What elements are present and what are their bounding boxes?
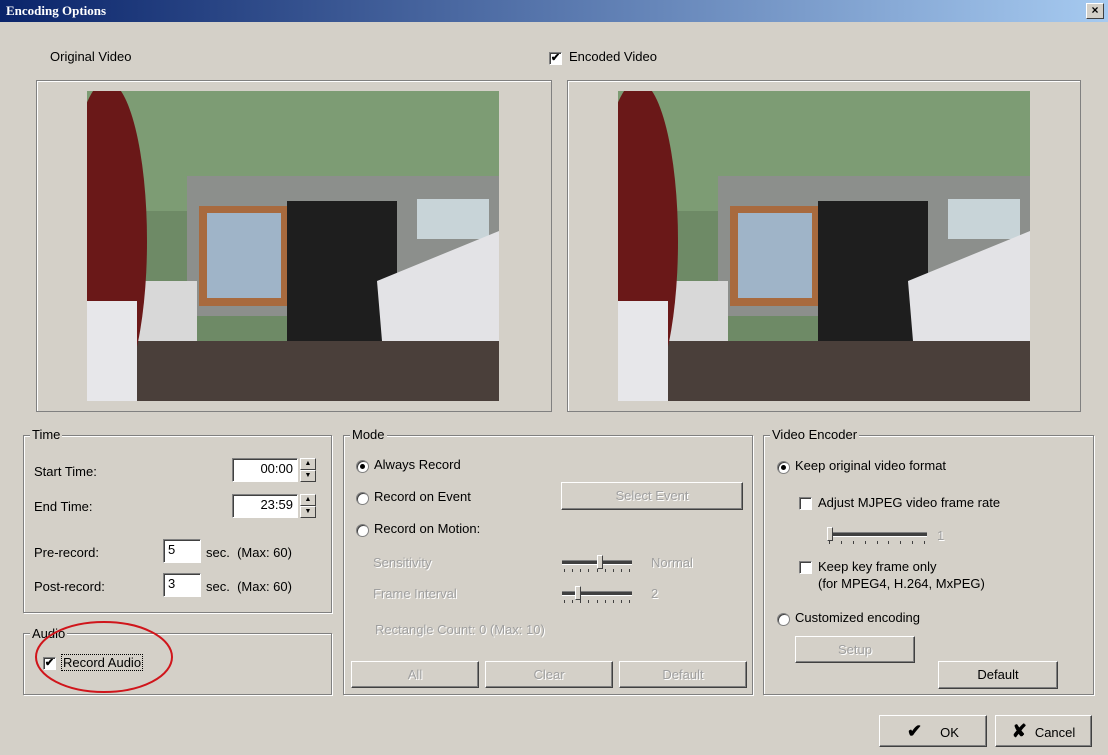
title-bar bbox=[0, 0, 1108, 22]
frame-interval-value: 2 bbox=[651, 586, 659, 601]
slider-thumb[interactable] bbox=[575, 586, 581, 600]
slider-tick bbox=[580, 600, 581, 603]
mode-default-button[interactable]: Default bbox=[619, 661, 747, 688]
encoded-video-label: Encoded Video bbox=[569, 49, 657, 64]
ok-label: OK bbox=[940, 725, 959, 740]
end-time-spinner[interactable]: ▲ ▼ bbox=[300, 494, 316, 518]
checkmark-icon: ✔ bbox=[907, 721, 923, 741]
slider-tick bbox=[853, 541, 854, 544]
slider-thumb[interactable] bbox=[597, 555, 603, 569]
window-title: Encoding Options bbox=[6, 3, 107, 18]
record-on-event-radio[interactable] bbox=[356, 492, 369, 505]
original-video-label: Original Video bbox=[50, 49, 132, 64]
encoded-video-frame bbox=[567, 80, 1081, 412]
cancel-button[interactable]: ✘ Cancel bbox=[995, 715, 1092, 747]
record-on-event-label: Record on Event bbox=[374, 489, 471, 504]
slider-tick bbox=[888, 541, 889, 544]
cancel-label: Cancel bbox=[1034, 725, 1076, 740]
slider-tick bbox=[597, 569, 598, 572]
mode-legend: Mode bbox=[350, 427, 387, 442]
ok-button[interactable]: ✔ OK bbox=[879, 715, 987, 747]
slider-tick bbox=[865, 541, 866, 544]
slider-tick bbox=[580, 569, 581, 572]
key-frame-note: (for MPEG4, H.264, MxPEG) bbox=[818, 576, 985, 591]
slider-tick bbox=[588, 600, 589, 603]
customized-encoding-radio[interactable] bbox=[777, 613, 790, 626]
slider-tick bbox=[900, 541, 901, 544]
keep-original-label: Keep original video format bbox=[795, 458, 947, 473]
customized-encoding-label: Customized encoding bbox=[795, 610, 921, 625]
slider-tick bbox=[841, 541, 842, 544]
slider-tick bbox=[572, 600, 573, 603]
record-on-motion-radio[interactable] bbox=[356, 524, 369, 537]
sensitivity-label: Sensitivity bbox=[373, 555, 432, 570]
rectangle-count-label: Rectangle Count: 0 (Max: 10) bbox=[375, 622, 545, 637]
slider-tick bbox=[629, 600, 630, 603]
encoded-video-image bbox=[618, 91, 1030, 401]
frame-interval-slider[interactable] bbox=[562, 586, 632, 603]
end-time-field[interactable]: 23:59 bbox=[232, 494, 298, 518]
spin-down-icon[interactable]: ▼ bbox=[300, 506, 316, 518]
pre-record-unit: sec. (Max: 60) bbox=[206, 545, 292, 560]
always-record-label: Always Record bbox=[374, 457, 461, 472]
post-record-label: Post-record: bbox=[34, 579, 105, 594]
slider-tick bbox=[621, 569, 622, 572]
keep-original-radio[interactable] bbox=[777, 461, 790, 474]
spin-down-icon[interactable]: ▼ bbox=[300, 470, 316, 482]
slider-tick bbox=[877, 541, 878, 544]
slider-tick bbox=[924, 541, 925, 544]
key-frame-checkbox[interactable] bbox=[799, 561, 812, 574]
time-legend: Time bbox=[30, 427, 63, 442]
setup-button[interactable]: Setup bbox=[795, 636, 915, 663]
sensitivity-value: Normal bbox=[651, 555, 693, 570]
slider-tick bbox=[597, 600, 598, 603]
slider-thumb[interactable] bbox=[827, 527, 833, 541]
key-frame-label: Keep key frame only bbox=[818, 559, 937, 574]
slider-tick bbox=[588, 569, 589, 572]
frame-interval-label: Frame Interval bbox=[373, 586, 457, 601]
x-icon: ✘ bbox=[1011, 721, 1027, 741]
video-encoder-legend: Video Encoder bbox=[770, 427, 860, 442]
slider-tick bbox=[605, 569, 606, 572]
clear-button[interactable]: Clear bbox=[485, 661, 613, 688]
pre-record-label: Pre-record: bbox=[34, 545, 100, 560]
slider-tick bbox=[621, 600, 622, 603]
post-record-field[interactable]: 3 bbox=[163, 573, 201, 597]
slider-tick bbox=[605, 600, 606, 603]
adjust-mjpeg-label: Adjust MJPEG video frame rate bbox=[818, 495, 1001, 510]
slider-tick bbox=[613, 569, 614, 572]
adjust-mjpeg-checkbox[interactable] bbox=[799, 497, 812, 510]
original-video-image bbox=[87, 91, 499, 401]
sensitivity-slider[interactable] bbox=[562, 555, 632, 572]
select-event-button[interactable]: Select Event bbox=[561, 482, 743, 510]
slider-tick bbox=[572, 569, 573, 572]
slider-tick bbox=[613, 600, 614, 603]
spin-up-icon[interactable]: ▲ bbox=[300, 458, 316, 470]
always-record-radio[interactable] bbox=[356, 460, 369, 473]
encoded-video-checkbox[interactable]: ✔ bbox=[549, 52, 562, 65]
slider-tick bbox=[912, 541, 913, 544]
start-time-spinner[interactable]: ▲ ▼ bbox=[300, 458, 316, 482]
all-button[interactable]: All bbox=[351, 661, 479, 688]
slider-tick bbox=[629, 569, 630, 572]
frame-rate-slider[interactable] bbox=[827, 527, 927, 544]
pre-record-field[interactable]: 5 bbox=[163, 539, 201, 563]
start-time-label: Start Time: bbox=[34, 464, 97, 479]
highlight-circle bbox=[35, 621, 173, 693]
record-on-motion-label: Record on Motion: bbox=[374, 521, 481, 536]
slider-tick bbox=[829, 541, 830, 544]
end-time-label: End Time: bbox=[34, 499, 93, 514]
start-time-field[interactable]: 00:00 bbox=[232, 458, 298, 482]
post-record-unit: sec. (Max: 60) bbox=[206, 579, 292, 594]
spin-up-icon[interactable]: ▲ bbox=[300, 494, 316, 506]
close-button[interactable]: × bbox=[1086, 3, 1104, 19]
frame-rate-value: 1 bbox=[937, 528, 945, 543]
slider-tick bbox=[564, 600, 565, 603]
slider-tick bbox=[564, 569, 565, 572]
original-video-frame bbox=[36, 80, 552, 412]
encoder-default-button[interactable]: Default bbox=[938, 661, 1058, 689]
